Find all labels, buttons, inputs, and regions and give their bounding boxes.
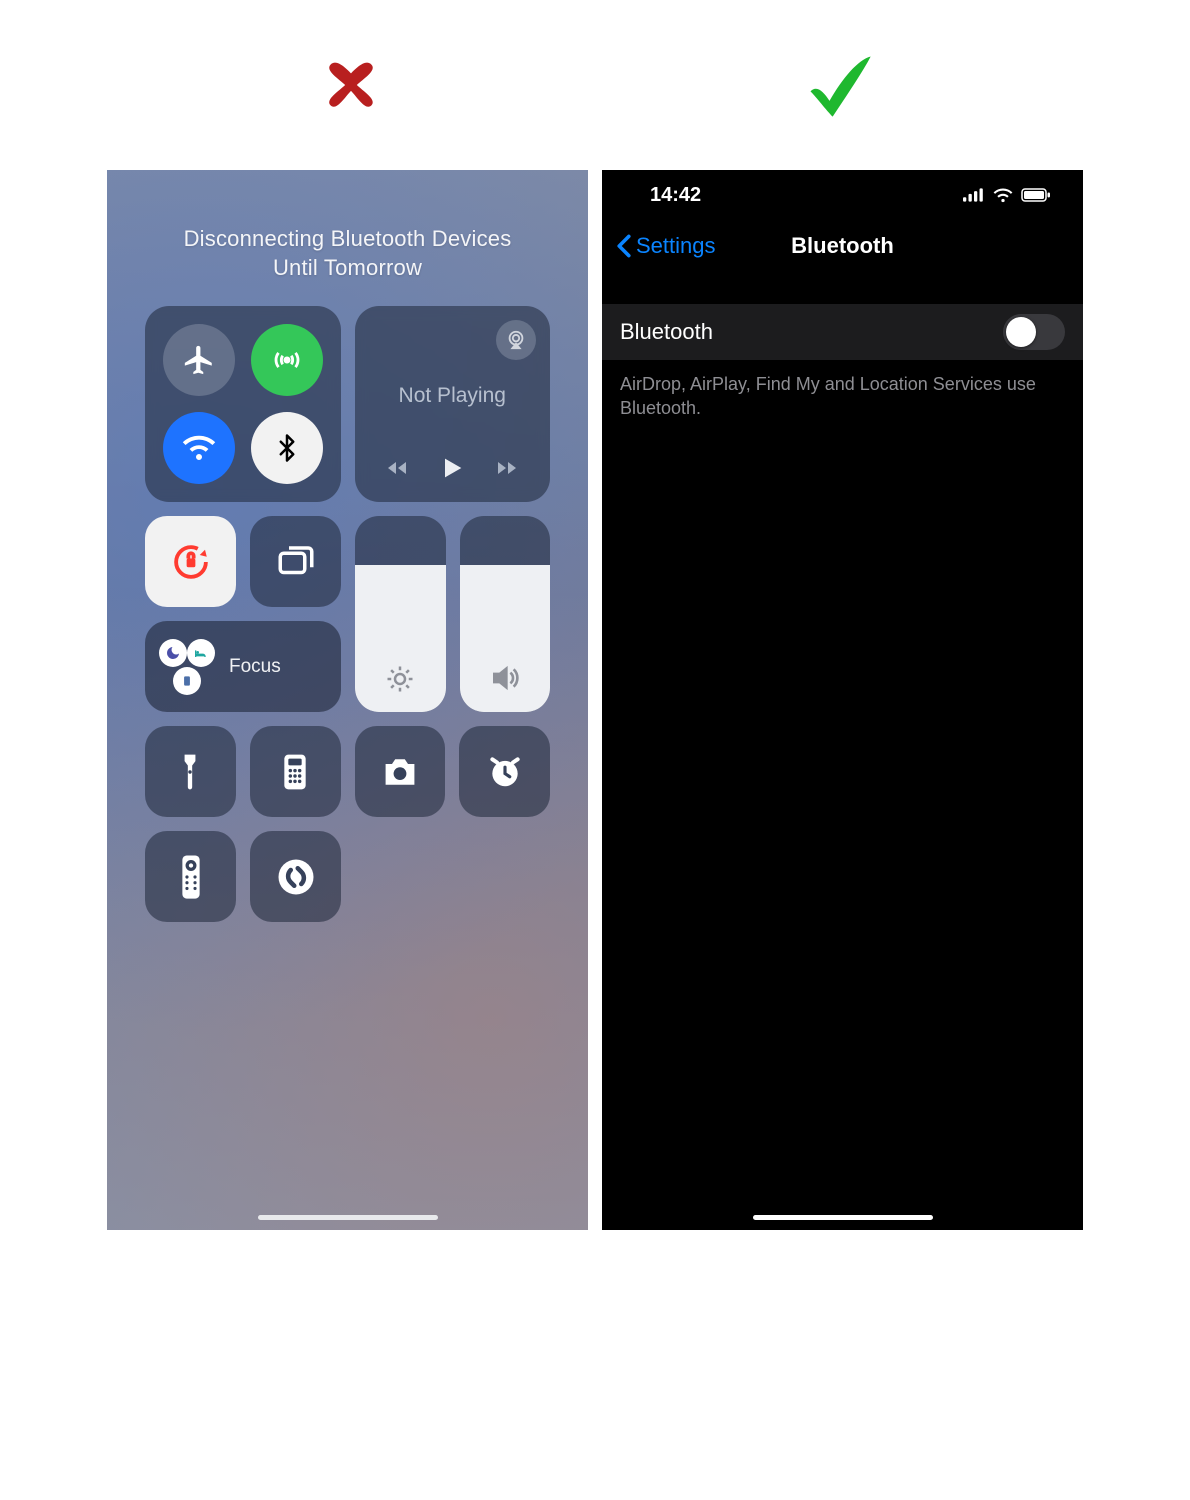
nav-bar: Settings Bluetooth <box>602 220 1083 272</box>
screen-mirror-icon <box>275 541 317 583</box>
bluetooth-switch[interactable] <box>1003 314 1065 350</box>
bluetooth-settings-screen: 14:42 Settings Bluetooth Bluetooth <box>602 170 1083 1230</box>
shazam-button[interactable] <box>250 831 341 922</box>
chevron-left-icon <box>616 234 632 258</box>
cellular-icon <box>270 343 304 377</box>
bluetooth-row-label: Bluetooth <box>620 319 713 345</box>
battery-icon <box>1021 188 1051 202</box>
flashlight-button[interactable] <box>145 726 236 817</box>
cellular-signal-icon <box>963 188 985 202</box>
rotation-lock-toggle[interactable] <box>145 516 236 607</box>
bed-icon <box>187 639 215 667</box>
status-bar: 14:42 <box>602 170 1083 220</box>
airplane-icon <box>182 343 216 377</box>
x-mark-icon <box>316 50 386 120</box>
airplane-mode-toggle[interactable] <box>163 324 235 396</box>
back-label: Settings <box>636 233 716 259</box>
focus-button[interactable]: Focus <box>145 621 341 712</box>
brightness-slider[interactable] <box>355 516 446 712</box>
status-time: 14:42 <box>650 184 701 207</box>
camera-icon <box>380 756 420 788</box>
back-button[interactable]: Settings <box>616 233 716 259</box>
play-icon[interactable] <box>438 454 466 482</box>
remote-icon <box>179 854 203 900</box>
rotation-lock-icon <box>170 541 212 583</box>
wifi-status-icon <box>993 188 1013 203</box>
bluetooth-toggle[interactable] <box>251 412 323 484</box>
bluetooth-row: Bluetooth <box>602 304 1083 360</box>
airplay-icon <box>505 329 527 351</box>
home-indicator[interactable] <box>258 1215 438 1220</box>
media-status: Not Playing <box>355 384 551 408</box>
shazam-icon <box>275 856 317 898</box>
volume-icon <box>489 662 521 694</box>
apple-tv-remote-button[interactable] <box>145 831 236 922</box>
moon-icon <box>159 639 187 667</box>
forward-icon[interactable] <box>492 456 522 480</box>
badge-icon <box>173 667 201 695</box>
airplay-button[interactable] <box>496 320 536 360</box>
wifi-icon <box>181 430 217 466</box>
calculator-button[interactable] <box>250 726 341 817</box>
camera-button[interactable] <box>355 726 446 817</box>
alarm-button[interactable] <box>459 726 550 817</box>
bluetooth-icon <box>272 433 302 463</box>
cc-banner: Disconnecting Bluetooth Devices Until To… <box>145 225 550 282</box>
home-indicator[interactable] <box>753 1215 933 1220</box>
flashlight-icon <box>177 752 203 792</box>
brightness-icon <box>385 664 415 694</box>
control-center-screen: Disconnecting Bluetooth Devices Until To… <box>107 170 588 1230</box>
calculator-icon <box>278 752 312 792</box>
check-mark-icon <box>801 47 877 123</box>
focus-label: Focus <box>229 656 281 678</box>
alarm-icon <box>486 753 524 791</box>
volume-slider[interactable] <box>460 516 551 712</box>
wifi-toggle[interactable] <box>163 412 235 484</box>
connectivity-module <box>145 306 341 502</box>
bluetooth-footer-note: AirDrop, AirPlay, Find My and Location S… <box>602 360 1083 421</box>
cellular-data-toggle[interactable] <box>251 324 323 396</box>
screen-mirroring-button[interactable] <box>250 516 341 607</box>
rewind-icon[interactable] <box>382 456 412 480</box>
media-module[interactable]: Not Playing <box>355 306 551 502</box>
